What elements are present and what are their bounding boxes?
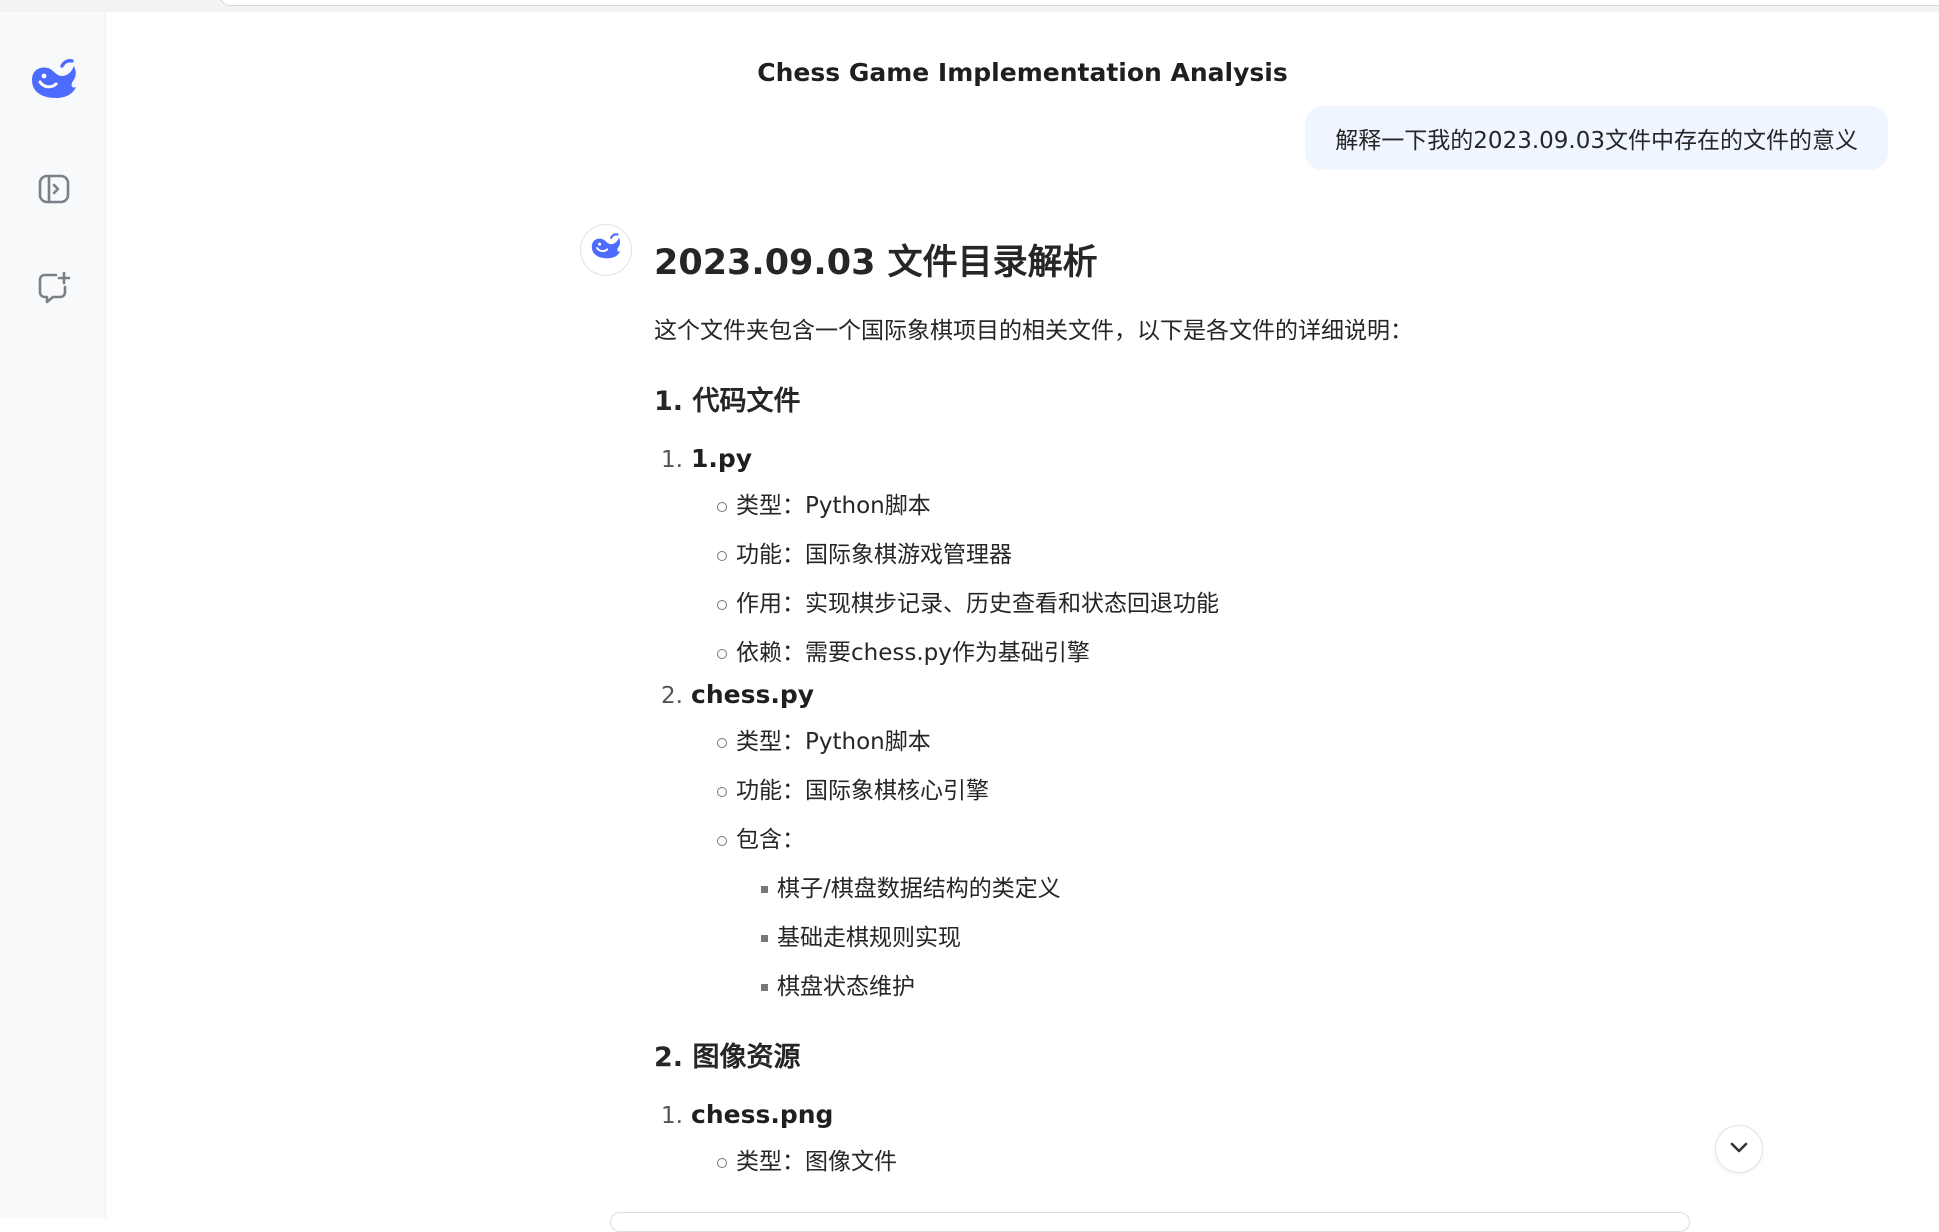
sub-bullet-item: 棋盘状态维护 [654, 963, 1714, 1012]
sub-bullet-item: 基础走棋规则实现 [654, 914, 1714, 963]
sidebar-expand-button[interactable] [30, 167, 78, 215]
assistant-answer: 2023.09.03 文件目录解析 这个文件夹包含一个国际象棋项目的相关文件，以… [654, 236, 1714, 1187]
user-message-bubble: 解释一下我的2023.09.03文件中存在的文件的意义 [1305, 106, 1888, 170]
file-name: chess.py [691, 680, 814, 709]
bullet-item: 包含： [654, 816, 1714, 865]
bullet-item: 类型：Python脚本 [654, 482, 1714, 531]
new-chat-icon [36, 270, 72, 310]
section-title: 2. 图像资源 [654, 1038, 1714, 1078]
deepseek-whale-icon[interactable] [26, 54, 82, 110]
list-item: 1. 1.py [654, 444, 1714, 480]
scroll-to-bottom-button[interactable] [1715, 1125, 1763, 1173]
browser-tab-edge [220, 0, 1939, 6]
chevron-down-icon [1727, 1135, 1751, 1163]
browser-top-bar [0, 0, 1939, 12]
new-chat-button[interactable] [30, 266, 78, 314]
list-number: 1. [658, 1103, 691, 1129]
bullet-item: 功能：国际象棋游戏管理器 [654, 531, 1714, 580]
bullet-item: 类型：Python脚本 [654, 718, 1714, 767]
sidebar-expand-icon [37, 172, 71, 210]
list-number: 2. [658, 683, 691, 709]
list-number: 1. [658, 447, 691, 473]
file-name: chess.png [691, 1100, 833, 1129]
list-item: 1. chess.png [654, 1100, 1714, 1136]
bullet-item: 类型：图像文件 [654, 1138, 1714, 1187]
chat-title[interactable]: Chess Game Implementation Analysis [106, 58, 1939, 87]
user-message-text: 解释一下我的2023.09.03文件中存在的文件的意义 [1335, 121, 1858, 155]
assistant-avatar [580, 224, 632, 276]
sidebar [0, 12, 106, 1218]
bullet-item: 功能：国际象棋核心引擎 [654, 767, 1714, 816]
deepseek-avatar-icon [588, 230, 624, 270]
section-title: 1. 代码文件 [654, 382, 1714, 422]
file-name: 1.py [691, 444, 752, 473]
answer-intro: 这个文件夹包含一个国际象棋项目的相关文件，以下是各文件的详细说明： [654, 314, 1714, 348]
message-input-edge[interactable] [610, 1212, 1690, 1232]
bullet-item: 作用：实现棋步记录、历史查看和状态回退功能 [654, 580, 1714, 629]
list-item: 2. chess.py [654, 680, 1714, 716]
bullet-item: 依赖：需要chess.py作为基础引擎 [654, 629, 1714, 678]
answer-heading: 2023.09.03 文件目录解析 [654, 236, 1714, 290]
sub-bullet-item: 棋子/棋盘数据结构的类定义 [654, 865, 1714, 914]
